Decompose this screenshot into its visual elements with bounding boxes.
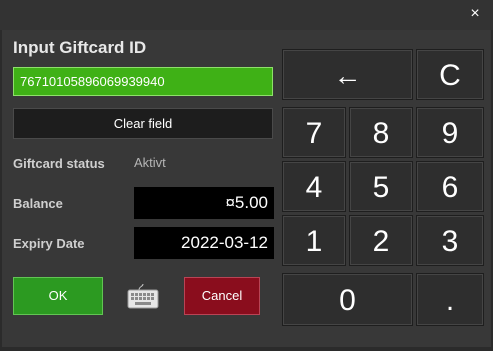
key-5[interactable]: 5	[349, 161, 413, 212]
dialog-heading: Input Giftcard ID	[13, 38, 147, 57]
key-0[interactable]: 0	[282, 273, 413, 326]
expiry-date-label: Expiry Date	[13, 236, 85, 251]
balance-value: ¤5.00	[134, 187, 274, 219]
key-4[interactable]: 4	[282, 161, 346, 212]
giftcard-id-input[interactable]: 76710105896069939940	[13, 67, 273, 96]
key-decimal[interactable]: .	[416, 273, 484, 326]
giftcard-status-value: Aktivt	[134, 155, 166, 170]
balance-label: Balance	[13, 196, 63, 211]
key-9[interactable]: 9	[416, 107, 484, 158]
title-bar: ×	[0, 0, 493, 30]
key-1[interactable]: 1	[282, 215, 346, 266]
key-3[interactable]: 3	[416, 215, 484, 266]
key-6[interactable]: 6	[416, 161, 484, 212]
giftcard-status-label: Giftcard status	[13, 156, 105, 171]
backspace-key[interactable]: ←	[282, 49, 413, 100]
key-7[interactable]: 7	[282, 107, 346, 158]
bottom-edge	[0, 347, 493, 351]
key-8[interactable]: 8	[349, 107, 413, 158]
expiry-date-value: 2022-03-12	[134, 227, 274, 259]
key-2[interactable]: 2	[349, 215, 413, 266]
close-icon[interactable]: ×	[465, 4, 485, 24]
clear-key[interactable]: C	[416, 49, 484, 100]
clear-field-button[interactable]: Clear field	[13, 108, 273, 139]
keyboard-icon[interactable]	[127, 282, 159, 310]
ok-button[interactable]: OK	[13, 277, 103, 315]
cancel-button[interactable]: Cancel	[184, 277, 260, 315]
